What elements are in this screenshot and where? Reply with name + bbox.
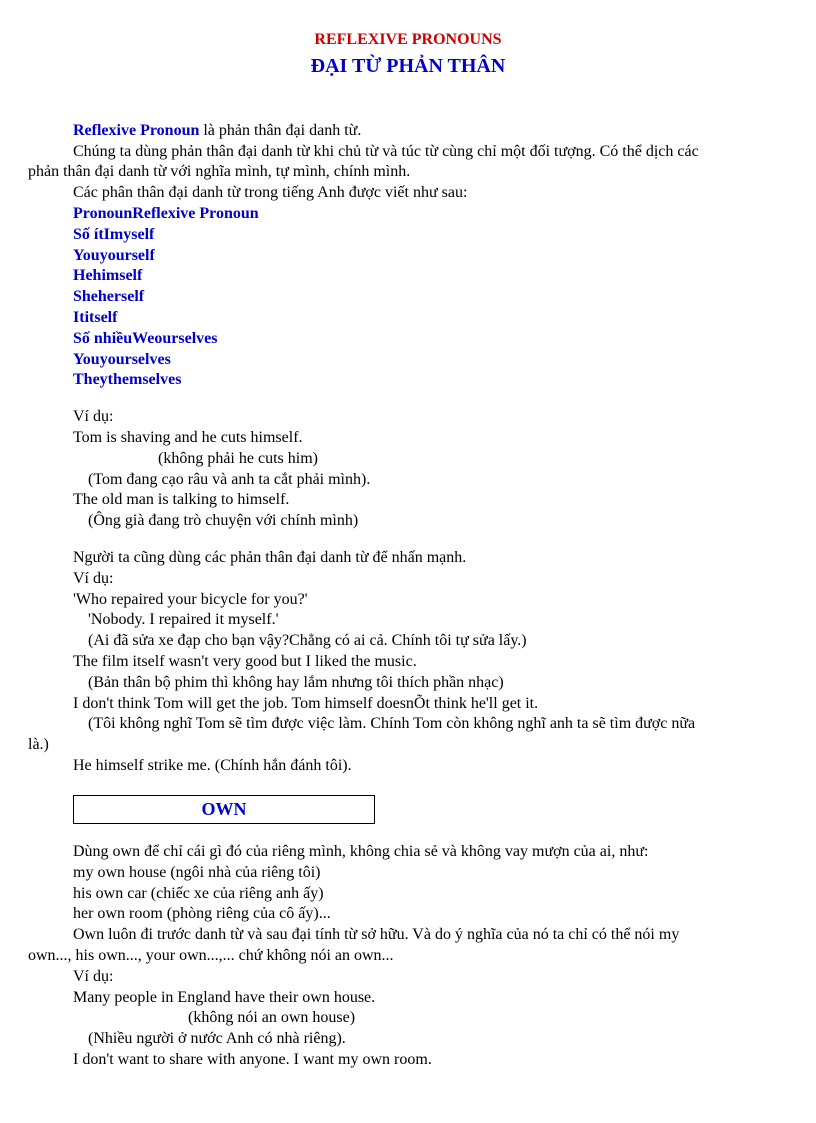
ex-line-3: (Tom đang cạo râu và anh ta cắt phải mìn…: [28, 470, 788, 491]
cell-you-pl: You: [73, 350, 100, 371]
own-p8: (không nói an own house): [28, 1008, 788, 1029]
cell-ourselves: ourselves: [154, 329, 217, 350]
cell-he: He: [73, 266, 93, 287]
ex-line-9: 'Nobody. I repaired it myself.': [28, 610, 788, 631]
row-he: He himself: [73, 266, 788, 287]
pronoun-table: Pronoun Reflexive Pronoun Số ít I myself…: [73, 204, 788, 391]
cell-she: She: [73, 287, 98, 308]
term-reflexive: Reflexive Pronoun: [73, 122, 199, 139]
ex-line-13: I don't think Tom will get the job. Tom …: [28, 694, 788, 715]
ex-line-2: (không phải he cuts him): [28, 449, 788, 470]
own-p4: her own room (phòng riêng của cô ấy)...: [28, 904, 788, 925]
title-english: REFLEXIVE PRONOUNS: [28, 30, 788, 51]
own-p10: I don't want to share with anyone. I wan…: [28, 1050, 788, 1071]
cell-we: We: [132, 329, 154, 350]
own-heading-box: OWN: [73, 795, 375, 824]
ex-line-6: Người ta cũng dùng các phản thân đại dan…: [28, 548, 788, 569]
cell-itself: itself: [85, 308, 118, 329]
own-p3: his own car (chiếc xe của riêng anh ấy): [28, 884, 788, 905]
cell-himself: himself: [93, 266, 143, 287]
own-p2: my own house (ngôi nhà của riêng tôi): [28, 863, 788, 884]
singular-label: Số ít: [73, 225, 104, 246]
ex-line-15: He himself strike me. (Chính hắn đánh tô…: [28, 756, 788, 777]
cell-it: It: [73, 308, 85, 329]
intro-line-1: Reflexive Pronoun là phản thân đại danh …: [28, 121, 788, 142]
row-they: They themselves: [73, 370, 788, 391]
intro-p2: Các phân thân đại danh từ trong tiếng An…: [28, 183, 788, 204]
own-p5b: own..., his own..., your own...,... chứ …: [28, 946, 788, 967]
header-reflexive: Reflexive Pronoun: [132, 204, 258, 225]
own-p1: Dùng own để chỉ cái gì đó của riêng mình…: [28, 842, 788, 863]
ex-line-11: The film itself wasn't very good but I l…: [28, 652, 788, 673]
row-she: She herself: [73, 287, 788, 308]
ex-line-14b: là.): [28, 735, 788, 756]
own-p6: Ví dụ:: [28, 967, 788, 988]
intro-p1b: phản thân đại danh từ với nghĩa mình, tự…: [28, 162, 788, 183]
ex-line-14a: (Tôi không nghĩ Tom sẽ tìm được việc làm…: [28, 714, 788, 735]
row-you-sing: You yourself: [73, 246, 788, 267]
ex-line-10: (Ai đã sửa xe đạp cho bạn vậy?Chẳng có a…: [28, 631, 788, 652]
ex-line-7: Ví dụ:: [28, 569, 788, 590]
ex-line-5: (Ông già đang trò chuyện với chính mình): [28, 511, 788, 532]
cell-herself: herself: [98, 287, 144, 308]
ex-line-12: (Bản thân bộ phim thì không hay lắm nhưn…: [28, 673, 788, 694]
plural-label: Số nhiều: [73, 329, 132, 350]
row-plural-we: Số nhiều We ourselves: [73, 329, 788, 350]
cell-they: They: [73, 370, 108, 391]
ex-line-1: Tom is shaving and he cuts himself.: [28, 428, 788, 449]
ex-line-8: 'Who repaired your bicycle for you?': [28, 590, 788, 611]
cell-yourself: yourself: [100, 246, 155, 267]
cell-you: You: [73, 246, 100, 267]
title-vietnamese: ĐẠI TỪ PHẢN THÂN: [28, 53, 788, 79]
ex-line-4: The old man is talking to himself.: [28, 490, 788, 511]
cell-yourselves: yourselves: [100, 350, 171, 371]
own-p5a: Own luôn đi trước danh từ và sau đại tín…: [28, 925, 788, 946]
row-it: It itself: [73, 308, 788, 329]
example-label-1: Ví dụ:: [28, 407, 788, 428]
table-header: Pronoun Reflexive Pronoun: [73, 204, 788, 225]
own-p7: Many people in England have their own ho…: [28, 988, 788, 1009]
intro-p1a: Chúng ta dùng phản thân đại danh từ khi …: [28, 142, 788, 163]
document-page: REFLEXIVE PRONOUNS ĐẠI TỪ PHẢN THÂN Refl…: [0, 0, 816, 1071]
def-text: là phản thân đại danh từ.: [199, 122, 361, 139]
cell-myself: myself: [110, 225, 154, 246]
header-pronoun: Pronoun: [73, 204, 132, 225]
row-singular-i: Số ít I myself: [73, 225, 788, 246]
own-p9: (Nhiều người ở nước Anh có nhà riêng).: [28, 1029, 788, 1050]
row-you-pl: You yourselves: [73, 350, 788, 371]
cell-themselves: themselves: [108, 370, 182, 391]
body-content: Reflexive Pronoun là phản thân đại danh …: [28, 121, 788, 1071]
